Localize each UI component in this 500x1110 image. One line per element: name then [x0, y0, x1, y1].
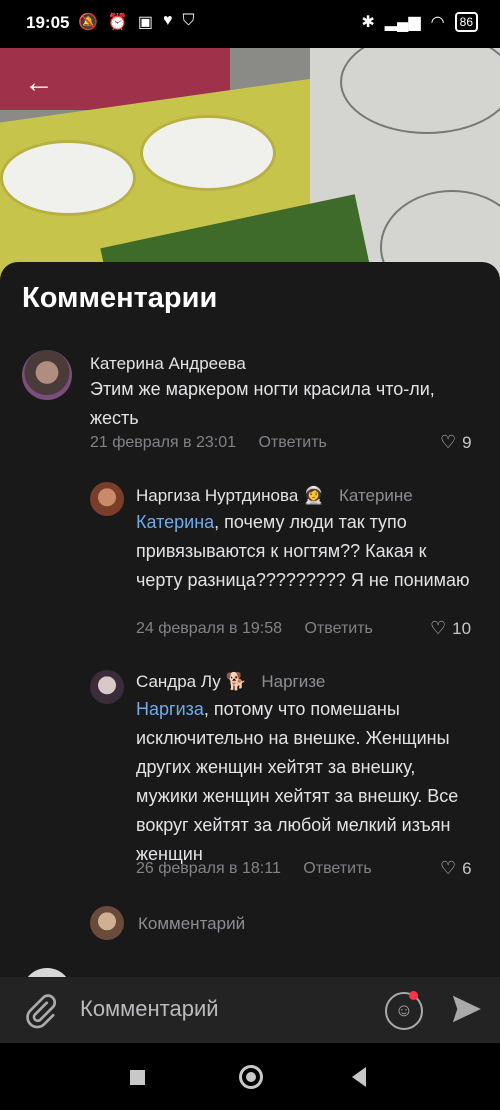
- author-emoji: 👩‍🚀: [303, 486, 325, 505]
- like-count: 9: [462, 433, 472, 452]
- comments-sheet: Комментарии Катерина Андреева Этим же ма…: [0, 262, 500, 977]
- like-button[interactable]: ♡ 9: [440, 432, 472, 453]
- battery-icon: 86: [454, 12, 478, 32]
- recents-icon[interactable]: [130, 1070, 145, 1085]
- reply-button[interactable]: Ответить: [304, 620, 372, 637]
- signal-icon: ▂▄▆: [384, 14, 421, 31]
- system-nav-bar: [0, 1043, 500, 1110]
- my-avatar: [90, 906, 124, 940]
- status-icons-right: ✱ ▂▄▆ ◠ 86: [361, 12, 478, 32]
- status-bar: 19:05 🔕 ⏰ ▣ ♥ ⛉ ✱ ▂▄▆ ◠ 86: [0, 0, 500, 48]
- reply-input[interactable]: Комментарий: [138, 914, 245, 934]
- status-time: 19:05: [26, 13, 70, 32]
- comment-author[interactable]: Наргиза Нуртдинова: [136, 486, 298, 505]
- comment-author-line: Сандра Лу 🐕 Наргизе: [136, 672, 325, 692]
- comment-author-line: Наргиза Нуртдинова 👩‍🚀 Катерине: [136, 486, 413, 506]
- post-photo: [0, 40, 500, 300]
- like-button[interactable]: ♡ 10: [430, 618, 471, 639]
- avatar: [22, 968, 72, 977]
- back-icon[interactable]: [352, 1067, 366, 1087]
- reply-button[interactable]: Ответить: [258, 434, 326, 451]
- emoji-notification-dot: [409, 991, 418, 1000]
- status-icons-left: 🔕 ⏰ ▣ ♥ ⛉: [78, 12, 194, 32]
- author-emoji: 🐕: [225, 672, 247, 691]
- comment-text: Катерина, почему люди так тупо привязыва…: [136, 508, 476, 595]
- avatar[interactable]: [90, 670, 124, 704]
- comment-date: 24 февраля в 19:58: [136, 620, 283, 637]
- send-icon[interactable]: [450, 993, 482, 1025]
- back-arrow-icon[interactable]: ←: [24, 66, 54, 100]
- comment-input[interactable]: Комментарий: [80, 996, 219, 1022]
- like-button[interactable]: ♡ 6: [440, 858, 472, 879]
- comment-meta: 26 февраля в 18:11 Ответить: [136, 860, 372, 878]
- sheet-title: Комментарии: [22, 282, 218, 314]
- comment-author[interactable]: Катерина Андреева: [90, 354, 246, 374]
- home-icon[interactable]: [239, 1065, 263, 1089]
- reply-to[interactable]: Катерине: [339, 486, 413, 505]
- paperclip-icon[interactable]: [22, 993, 58, 1029]
- heart-icon: ♡: [440, 432, 457, 452]
- vk-icon: ♥: [162, 12, 173, 29]
- wifi-icon: ◠: [430, 14, 445, 31]
- comment-text: Наргиза, потому что помешаны исключитель…: [136, 695, 476, 869]
- alarm-icon: ⏰: [107, 14, 128, 31]
- mention-link[interactable]: Катерина: [136, 512, 214, 532]
- heart-icon: ♡: [430, 618, 447, 638]
- dnd-icon: 🔕: [78, 14, 98, 31]
- like-count: 10: [452, 619, 472, 638]
- comment-meta: 21 февраля в 23:01 Ответить: [90, 434, 327, 452]
- comment-text: Этим же маркером ногти красила что-ли, ж…: [90, 379, 435, 428]
- comment-date: 21 февраля в 23:01: [90, 434, 237, 451]
- reply-to[interactable]: Наргизе: [261, 672, 325, 691]
- comment-meta: 24 февраля в 19:58 Ответить: [136, 620, 373, 638]
- like-count: 6: [462, 859, 472, 878]
- comment-body: , потому что помешаны исключительно на в…: [136, 699, 459, 864]
- avatar[interactable]: [22, 350, 72, 400]
- bluetooth-icon: ✱: [361, 14, 375, 31]
- heart-icon: ♡: [440, 858, 457, 878]
- shield-icon: ⛉: [182, 12, 195, 29]
- comment-bar: Комментарий ☺: [0, 977, 500, 1043]
- avatar[interactable]: [90, 482, 124, 516]
- reply-button[interactable]: Ответить: [303, 860, 371, 877]
- mention-link[interactable]: Наргиза: [136, 699, 204, 719]
- comment-author[interactable]: Сандра Лу: [136, 672, 221, 691]
- comment-date: 26 февраля в 18:11: [136, 860, 281, 877]
- nfc-icon: ▣: [137, 14, 153, 31]
